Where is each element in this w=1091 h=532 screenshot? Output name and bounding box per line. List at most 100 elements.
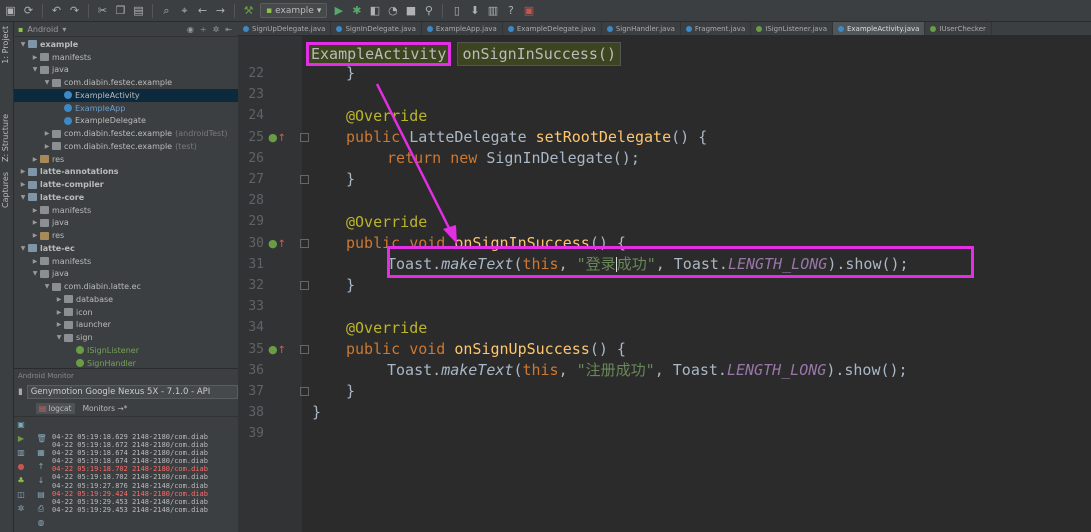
coverage-icon[interactable]: ◧	[368, 4, 381, 17]
undo-icon[interactable]: ↶	[50, 4, 63, 17]
run-icon[interactable]: ▶	[332, 4, 345, 17]
editor-tab[interactable]: SignHandler.java	[602, 22, 681, 35]
collapsed-arrow-icon[interactable]: ▶	[54, 309, 64, 316]
editor-tab[interactable]: Fragment.java	[681, 22, 752, 35]
tab-monitors[interactable]: Monitors →*	[83, 404, 128, 413]
build-icon[interactable]: ⚒	[242, 4, 255, 17]
collapse-icon[interactable]: ÷	[200, 25, 207, 34]
expanded-arrow-icon[interactable]: ▼	[54, 334, 64, 341]
monitor-icon[interactable]: ▥	[486, 4, 499, 17]
replace-icon[interactable]: ⌖	[178, 4, 191, 17]
down-icon[interactable]: ↓	[37, 477, 46, 485]
project-view-select[interactable]: Android	[27, 25, 58, 34]
expanded-arrow-icon[interactable]: ▼	[18, 194, 28, 201]
tree-item[interactable]: ▼ java	[14, 268, 238, 281]
clear-log-icon[interactable]: 🗑	[37, 435, 47, 443]
editor-tab[interactable]: ISignListener.java	[751, 22, 833, 35]
screenshot-icon[interactable]: ▣	[17, 421, 26, 429]
collapsed-arrow-icon[interactable]: ▶	[30, 219, 40, 226]
collapsed-arrow-icon[interactable]: ▶	[18, 181, 28, 188]
tree-item[interactable]: ▼ latte-ec	[14, 242, 238, 255]
tree-item[interactable]: ▶ latte-compiler	[14, 178, 238, 191]
expanded-arrow-icon[interactable]: ▼	[42, 79, 52, 86]
copy-icon[interactable]: ❐	[114, 4, 127, 17]
tree-item[interactable]: ▼ example	[14, 38, 238, 51]
breadcrumb-method[interactable]: onSignInSuccess()	[457, 42, 621, 66]
tree-item[interactable]: ▶ manifests	[14, 51, 238, 64]
collapsed-arrow-icon[interactable]: ▶	[30, 156, 40, 163]
tree-item[interactable]: ▶ res	[14, 153, 238, 166]
collapsed-arrow-icon[interactable]: ▶	[30, 232, 40, 239]
tree-item[interactable]: ExampleActivity	[14, 89, 238, 102]
tree-item[interactable]: ▶ java	[14, 217, 238, 230]
collapsed-arrow-icon[interactable]: ▶	[30, 207, 40, 214]
tree-item[interactable]: ▶ icon	[14, 306, 238, 319]
tree-item[interactable]: ▶ res	[14, 229, 238, 242]
profile-icon[interactable]: ◔	[386, 4, 399, 17]
terminate-icon[interactable]: ●	[17, 463, 26, 471]
tree-item[interactable]: ▶ com.diabin.festec.example (test)	[14, 140, 238, 153]
tab-logcat[interactable]: ▤ logcat	[36, 403, 75, 414]
tree-item[interactable]: ▼ java	[14, 64, 238, 77]
print-icon[interactable]: ⎙	[37, 505, 46, 513]
forward-icon[interactable]: →	[214, 4, 227, 17]
editor-tab[interactable]: IUserChecker	[925, 22, 992, 35]
expanded-arrow-icon[interactable]: ▼	[18, 245, 28, 252]
sdk-icon[interactable]: ⬇	[468, 4, 481, 17]
back-icon[interactable]: ←	[196, 4, 209, 17]
collapsed-arrow-icon[interactable]: ▶	[18, 168, 28, 175]
editor-tab[interactable]: SignInDelegate.java	[331, 22, 422, 35]
save-icon[interactable]: ▣	[4, 4, 17, 17]
hide-panel-icon[interactable]: ⇤	[225, 25, 232, 34]
expanded-arrow-icon[interactable]: ▼	[30, 66, 40, 73]
code-editor[interactable]: 22 23 24 25 26 27 28 29 30 31 32 33 34 35 36 37 38 39 ●↑ ●↑…	[238, 36, 1091, 532]
tree-item[interactable]: ISignListener	[14, 344, 238, 357]
stop-icon[interactable]: ■	[404, 4, 417, 17]
collapsed-arrow-icon[interactable]: ▶	[54, 321, 64, 328]
collapsed-arrow-icon[interactable]: ▶	[42, 130, 52, 137]
device-select[interactable]: Genymotion Google Nexus 5X - 7.1.0 - API	[26, 385, 238, 399]
run-config-select[interactable]: ▪ example ▾	[260, 3, 328, 18]
record-icon[interactable]: ▶	[17, 435, 26, 443]
tree-item[interactable]: ▼ sign	[14, 331, 238, 344]
up-icon[interactable]: ↑	[37, 463, 46, 471]
project-tool-button[interactable]: 1: Project	[1, 26, 10, 64]
captures-tool-button[interactable]: Captures	[1, 172, 10, 208]
soft-wrap-icon[interactable]: ▤	[37, 491, 46, 499]
redo-icon[interactable]: ↷	[68, 4, 81, 17]
tree-item[interactable]: ▼ com.diabin.latte.ec	[14, 280, 238, 293]
android-icon[interactable]: ♣	[17, 477, 26, 485]
sync-project-icon[interactable]: ◉	[187, 25, 194, 34]
find-icon[interactable]: ⌕	[160, 4, 173, 17]
expanded-arrow-icon[interactable]: ▼	[18, 41, 28, 48]
editor-tab[interactable]: ExampleApp.java	[422, 22, 503, 35]
layout-inspector-icon[interactable]: ◫	[17, 491, 26, 499]
scroll-end-icon[interactable]: ▦	[37, 449, 46, 457]
gear-icon[interactable]: ✲	[213, 25, 220, 34]
tree-item[interactable]: ▶ manifests	[14, 255, 238, 268]
collapsed-arrow-icon[interactable]: ▶	[30, 258, 40, 265]
tree-item[interactable]: ▶ database	[14, 293, 238, 306]
attach-icon[interactable]: ⚲	[422, 4, 435, 17]
breadcrumb-class[interactable]: ExampleActivity	[306, 42, 452, 66]
avd-icon[interactable]: ▯	[450, 4, 463, 17]
collapsed-arrow-icon[interactable]: ▶	[54, 296, 64, 303]
cut-icon[interactable]: ✂	[96, 4, 109, 17]
help-icon[interactable]: ?	[504, 4, 517, 17]
settings-icon[interactable]: ✲	[17, 505, 26, 513]
tree-item[interactable]: ExampleDelegate	[14, 115, 238, 128]
tree-item[interactable]: ▶ com.diabin.festec.example (androidTest)	[14, 127, 238, 140]
debug-icon[interactable]: ✱	[350, 4, 363, 17]
device-icon[interactable]: ▣	[522, 4, 535, 17]
paste-icon[interactable]: ▤	[132, 4, 145, 17]
system-info-icon[interactable]: ▥	[17, 449, 26, 457]
collapsed-arrow-icon[interactable]: ▶	[30, 54, 40, 61]
chevron-down-icon[interactable]: ▾	[62, 25, 66, 34]
tree-item[interactable]: SignHandler	[14, 357, 238, 368]
collapsed-arrow-icon[interactable]: ▶	[42, 143, 52, 150]
tree-item[interactable]: ▼ com.diabin.festec.example	[14, 76, 238, 89]
editor-tab[interactable]: SignUpDelegate.java	[238, 22, 332, 35]
expanded-arrow-icon[interactable]: ▼	[30, 270, 40, 277]
restart-icon[interactable]: ◍	[37, 519, 46, 527]
tree-item[interactable]: ▶ launcher	[14, 319, 238, 332]
